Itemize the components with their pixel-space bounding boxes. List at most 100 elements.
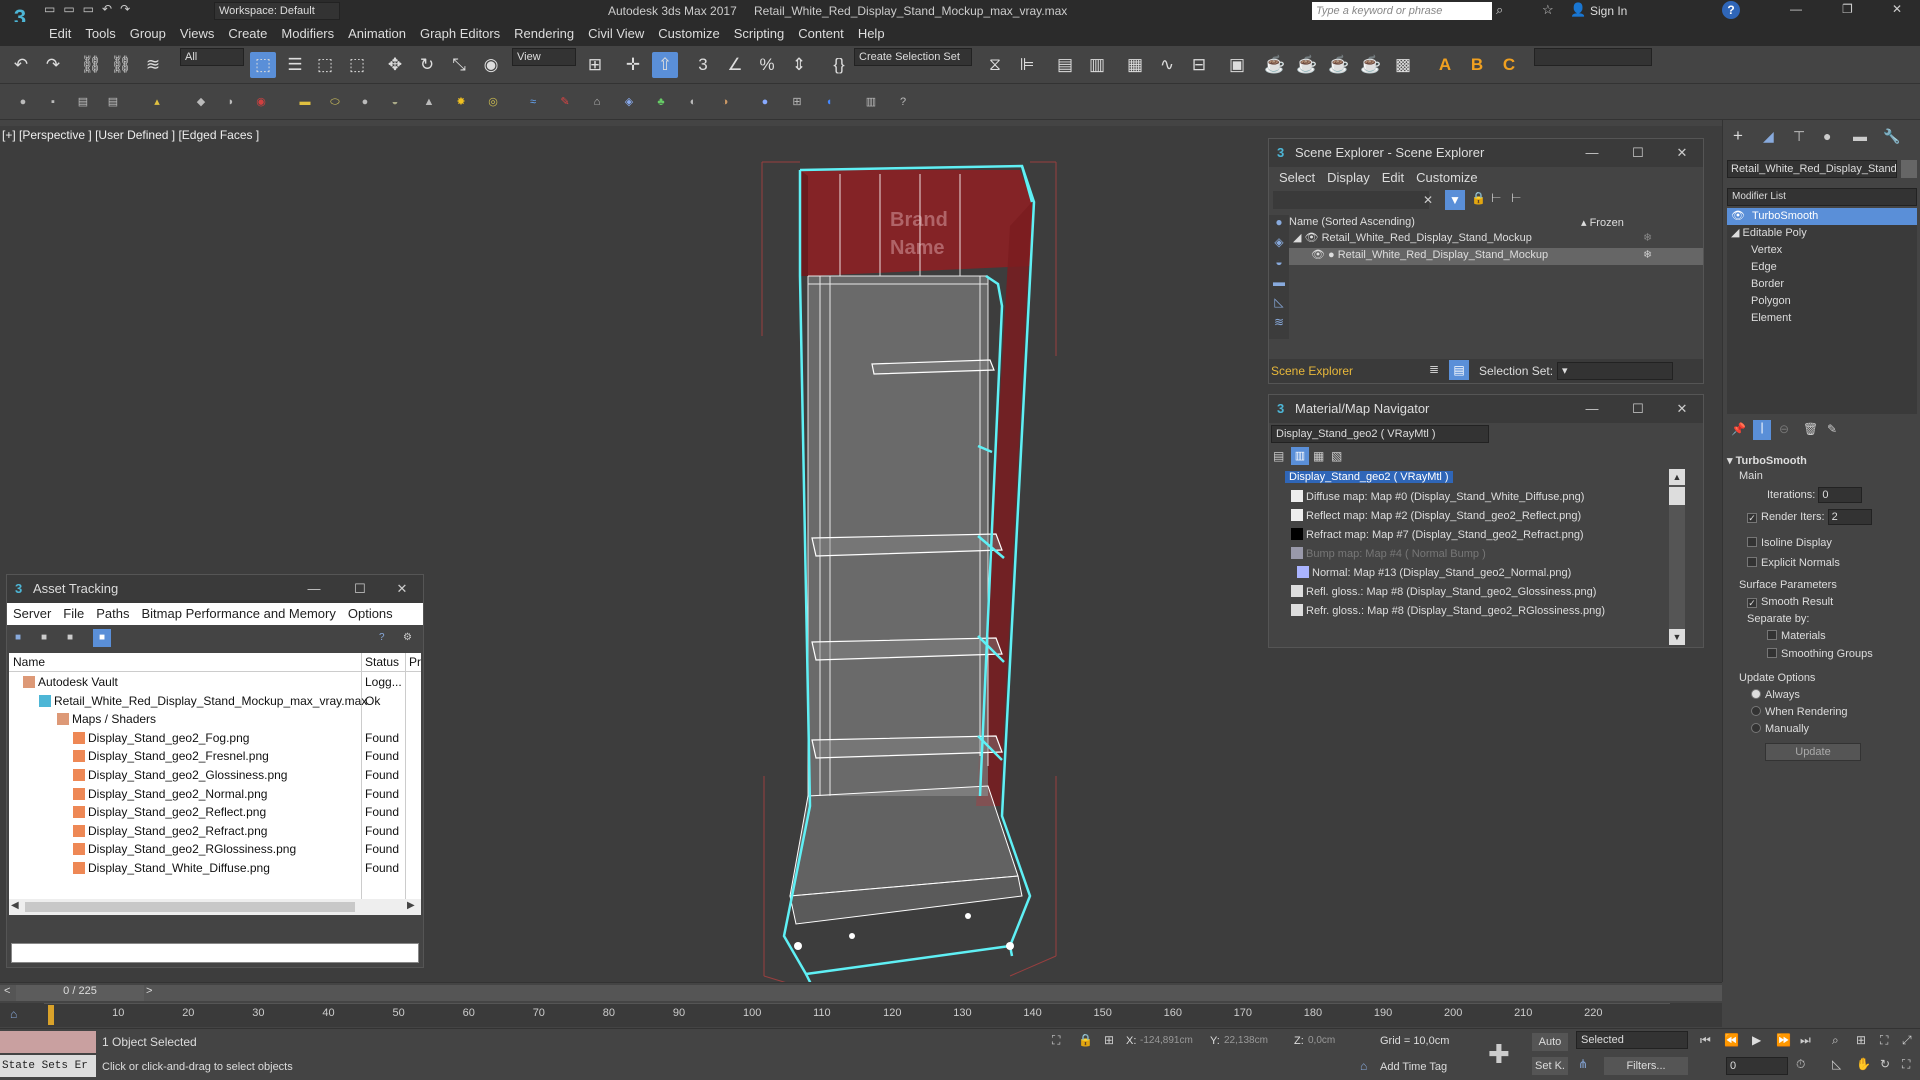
- scene-explorer-maximize[interactable]: ☐: [1615, 139, 1661, 167]
- table-row[interactable]: Display_Stand_geo2_Glossiness.png Found: [11, 766, 399, 785]
- rollout-title[interactable]: ▾ TurboSmooth: [1727, 454, 1917, 470]
- hierarchy2-icon[interactable]: ⊢: [1511, 191, 1521, 205]
- manipulate-icon[interactable]: ✛: [620, 52, 646, 78]
- scroll-down-arrow[interactable]: ▼: [1669, 629, 1685, 645]
- time-slider[interactable]: < 0 / 225 >: [0, 985, 1722, 1001]
- keyboard-shortcut-override-icon[interactable]: ⇧: [652, 52, 678, 78]
- track-bar-icon[interactable]: ⌂: [10, 1007, 17, 1021]
- select-object-icon[interactable]: ⬚: [250, 52, 276, 78]
- table-row[interactable]: Display_Stand_geo2_Fog.png Found: [11, 729, 399, 748]
- asset-tracking-close[interactable]: ✕: [379, 575, 425, 603]
- render-iterative-icon[interactable]: ☕: [1326, 52, 1352, 78]
- undo-icon[interactable]: ↶: [8, 52, 34, 78]
- when-rendering-radio[interactable]: [1751, 706, 1761, 716]
- se-col-name[interactable]: Name (Sorted Ascending): [1289, 216, 1415, 228]
- current-frame-field[interactable]: 0: [1726, 1057, 1788, 1075]
- layer-explorer-icon[interactable]: ▤: [1052, 52, 1078, 78]
- se-row-parent[interactable]: ◢ 👁 Retail_White_Red_Display_Stand_Mocku…: [1289, 231, 1703, 248]
- stack-editable-poly[interactable]: ◢ Editable Poly: [1727, 225, 1917, 242]
- visibility-eye-icon[interactable]: 👁: [1311, 249, 1325, 261]
- at-vault-icon[interactable]: ■: [15, 632, 21, 643]
- viewport-label[interactable]: [+] [Perspective ] [User Defined ] [Edge…: [2, 128, 259, 142]
- spinner-snap-icon[interactable]: ⇕: [786, 52, 812, 78]
- search-input[interactable]: Type a keyword or phrase: [1312, 2, 1492, 20]
- se-display-lights-icon[interactable]: ▬: [1269, 275, 1289, 295]
- set-key-button[interactable]: Set K.: [1532, 1057, 1568, 1075]
- view-small-icons-icon[interactable]: ▦: [1313, 449, 1324, 463]
- scene-explorer-title[interactable]: Scene Explorer - Scene Explorer 3 — ☐ ✕: [1269, 139, 1703, 167]
- configure-modifier-sets-icon[interactable]: ✎: [1827, 422, 1837, 436]
- map-refr-gloss[interactable]: Refr. gloss.: Map #8 (Display_Stand_geo2…: [1291, 604, 1605, 617]
- time-slider-next[interactable]: >: [146, 985, 152, 997]
- place-icon[interactable]: ◉: [478, 52, 504, 78]
- toolbar-t-icon[interactable]: ◖: [820, 93, 838, 111]
- se-display-objects-icon[interactable]: ●: [1269, 215, 1289, 235]
- se-col-frozen[interactable]: ▴ Frozen: [1581, 216, 1624, 229]
- curve-editor-icon[interactable]: ▦: [1122, 52, 1148, 78]
- menu-group[interactable]: Group: [123, 22, 173, 46]
- toolbar-n-icon[interactable]: ◈: [620, 93, 638, 111]
- material-root[interactable]: Display_Stand_geo2 ( VRayMtl ): [1285, 471, 1453, 483]
- at-menu-options[interactable]: Options: [342, 603, 399, 625]
- go-to-start-icon[interactable]: ⏮: [1700, 1033, 1711, 1048]
- toolbar-r-icon[interactable]: ●: [756, 93, 774, 111]
- at-settings-icon[interactable]: ⚙: [403, 632, 412, 643]
- toolbar-paint-icon[interactable]: ▴: [148, 93, 166, 111]
- update-button[interactable]: Update: [1765, 743, 1861, 761]
- table-row[interactable]: Display_Stand_geo2_Refract.png Found: [11, 822, 399, 841]
- expand-arrow-icon[interactable]: ◢: [1293, 232, 1301, 244]
- toolbar-list-icon[interactable]: ▤: [74, 93, 92, 111]
- at-path-field[interactable]: [11, 943, 419, 963]
- menu-civil-view[interactable]: Civil View: [581, 22, 651, 46]
- visibility-eye-icon[interactable]: 👁: [1305, 232, 1319, 244]
- align-icon[interactable]: ⊫: [1014, 52, 1040, 78]
- material-navigator-title[interactable]: Material/Map Navigator 3 — ☐ ✕: [1269, 395, 1703, 423]
- key-tangent-icon[interactable]: ⋔: [1578, 1057, 1588, 1071]
- star-icon[interactable]: ☆: [1542, 2, 1554, 18]
- se-display-cameras-icon[interactable]: ◺: [1269, 295, 1289, 315]
- user-icon[interactable]: 👤: [1570, 2, 1586, 18]
- viewport-menu-plus[interactable]: [+]: [2, 128, 16, 142]
- next-frame-icon[interactable]: ⏩: [1776, 1033, 1791, 1047]
- at-refresh-icon[interactable]: ■: [67, 632, 73, 643]
- visibility-eye-icon[interactable]: 👁: [1731, 210, 1745, 222]
- map-refl-gloss[interactable]: Refl. gloss.: Map #8 (Display_Stand_geo2…: [1291, 585, 1596, 598]
- at-menu-bitmap[interactable]: Bitmap Performance and Memory: [136, 603, 342, 625]
- isolate-selection-icon[interactable]: ⛶: [1052, 1033, 1060, 1048]
- maxscript-listener[interactable]: State Sets Er: [0, 1055, 96, 1077]
- toolbar-help-icon[interactable]: ?: [894, 93, 912, 111]
- zoom-extents-icon[interactable]: ⛶: [1880, 1033, 1888, 1048]
- maxscript-mini-red[interactable]: [0, 1031, 96, 1053]
- time-slider-thumb[interactable]: 0 / 225: [16, 985, 144, 1001]
- menu-help[interactable]: Help: [851, 22, 892, 46]
- go-to-end-icon[interactable]: ⏭: [1800, 1033, 1811, 1048]
- z-coordinate-field[interactable]: 0,0cm: [1308, 1033, 1370, 1049]
- toolbar-j-icon[interactable]: ◎: [484, 93, 502, 111]
- render-in-cloud-icon[interactable]: ▩: [1390, 52, 1416, 78]
- toolbar-dot-icon[interactable]: ●: [14, 93, 32, 111]
- render-setup-icon[interactable]: ▣: [1224, 52, 1250, 78]
- reference-coordinate-dropdown[interactable]: View: [512, 48, 576, 66]
- zoom-icon[interactable]: ⌕: [1832, 1033, 1839, 1048]
- motion-tab-icon[interactable]: ●: [1823, 128, 1831, 144]
- key-mode-icon[interactable]: ✚: [1488, 1039, 1510, 1070]
- scroll-up-arrow[interactable]: ▲: [1669, 469, 1685, 485]
- scene-explorer-close[interactable]: ✕: [1659, 139, 1705, 167]
- toolbar-box-icon[interactable]: ▪: [44, 93, 62, 111]
- mirror-icon[interactable]: ⧖: [982, 52, 1008, 78]
- y-coordinate-field[interactable]: 22,138cm: [1224, 1033, 1286, 1049]
- toolbar-u-icon[interactable]: ▥: [862, 93, 880, 111]
- move-icon[interactable]: ✥: [382, 52, 408, 78]
- binoculars-icon[interactable]: ⌕: [1496, 2, 1503, 18]
- toolbar-p-icon[interactable]: ◐: [684, 93, 702, 111]
- toolbar-d-icon[interactable]: ▬: [296, 93, 314, 111]
- rectangular-region-icon[interactable]: ⬚: [312, 52, 338, 78]
- table-row[interactable]: Retail_White_Red_Display_Stand_Mockup_ma…: [11, 692, 380, 711]
- isoline-checkbox[interactable]: [1747, 537, 1757, 547]
- at-menu-paths[interactable]: Paths: [90, 603, 135, 625]
- toggle-ribbon-icon[interactable]: ▥: [1084, 52, 1110, 78]
- selection-filter-dropdown[interactable]: All: [180, 48, 244, 66]
- se-footer-label[interactable]: Scene Explorer: [1271, 364, 1353, 378]
- material-navigator-maximize[interactable]: ☐: [1615, 395, 1661, 423]
- clear-search-icon[interactable]: ✕: [1423, 193, 1433, 207]
